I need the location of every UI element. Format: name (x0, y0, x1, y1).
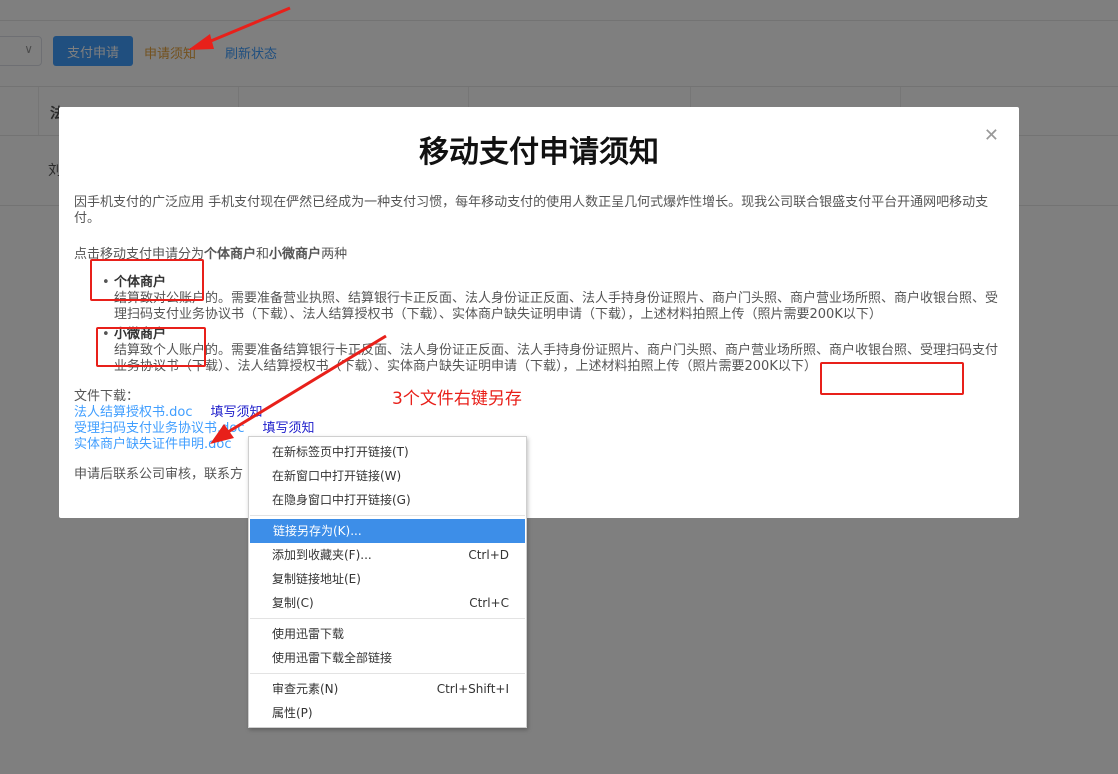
menu-item-label: 在新窗口中打开链接(W) (272, 469, 402, 483)
types-and: 和 (256, 247, 270, 262)
context-menu-item[interactable]: 在新窗口中打开链接(W) (249, 464, 526, 488)
footnote-text: 申请后联系公司审核，联系方 (74, 467, 244, 482)
menu-item-label: 复制(C) (272, 596, 314, 610)
context-menu-item[interactable]: 使用迅雷下载 (249, 622, 526, 646)
file-link-agreement[interactable]: 受理扫码支付业务协议书.doc (74, 421, 245, 436)
small-merchant-name: 小微商户 (114, 327, 167, 342)
menu-item-label: 属性(P) (272, 706, 313, 720)
intro-text: 因手机支付的广泛应用 手机支付现在俨然已经成为一种支付习惯，每年移动支付的使用人… (74, 195, 989, 226)
menu-item-label: 审查元素(N) (272, 682, 339, 696)
menu-item-label: 添加到收藏夹(F)... (272, 548, 372, 562)
context-menu-item[interactable]: 复制链接地址(E) (249, 567, 526, 591)
type-b-label: 小微商户 (269, 247, 322, 262)
annotation-box-small (96, 327, 206, 367)
context-menu-item[interactable]: 审查元素(N) Ctrl+Shift+I (249, 677, 526, 701)
types-suffix: 两种 (321, 247, 348, 262)
menu-separator (250, 673, 525, 674)
context-menu-item[interactable]: 复制(C) Ctrl+C (249, 591, 526, 615)
menu-item-label: 使用迅雷下载 (272, 627, 345, 641)
file-downloads: 文件下载： 法人结算授权书.doc 填写须知 受理扫码支付业务协议书.doc 填写须… (74, 389, 1004, 453)
menu-item-shortcut: Ctrl+Shift+I (436, 682, 509, 696)
context-menu-item[interactable]: 在隐身窗口中打开链接(G) (249, 488, 526, 512)
context-menu-item[interactable]: 添加到收藏夹(F)... Ctrl+D (249, 543, 526, 567)
modal-title: 移动支付申请须知 (419, 135, 659, 170)
modal-body: 因手机支付的广泛应用 手机支付现在俨然已经成为一种支付习惯，每年移动支付的使用人… (74, 195, 1004, 483)
notice-modal: 移动支付申请须知 ✕ 因手机支付的广泛应用 手机支付现在俨然已经成为一种支付习惯… (59, 107, 1019, 518)
menu-item-label: 在新标签页中打开链接(T) (272, 445, 409, 459)
menu-item-label: 在隐身窗口中打开链接(G) (272, 493, 411, 507)
menu-item-label: 复制链接地址(E) (272, 572, 361, 586)
type-a-label: 个体商户 (204, 247, 257, 262)
individual-merchant-item: • 个体商户 结算致对公账户的。需要准备营业执照、结算银行卡正反面、法人身份证正… (74, 275, 1004, 323)
menu-item-shortcut: Ctrl+C (469, 596, 509, 610)
menu-item-shortcut: Ctrl+D (468, 548, 509, 562)
annotation-box-size (820, 362, 964, 395)
fill-notice-link[interactable]: 填写须知 (211, 405, 263, 420)
annotation-text: 3个文件右键另存 (392, 389, 522, 409)
file-row: 实体商户缺失证件申明.doc (74, 437, 1004, 453)
close-icon[interactable]: ✕ (984, 125, 999, 146)
file-link-authorization[interactable]: 法人结算授权书.doc (74, 405, 193, 420)
merchant-types-line: 点击移动支付申请分为个体商户和小微商户两种 (74, 247, 1004, 263)
file-row: 受理扫码支付业务协议书.doc 填写须知 (74, 421, 1004, 437)
menu-separator (250, 515, 525, 516)
annotation-box-individual (90, 259, 204, 301)
context-menu-item[interactable]: 使用迅雷下载全部链接 (249, 646, 526, 670)
menu-item-label: 链接另存为(K)... (273, 524, 362, 538)
context-menu-item[interactable]: 属性(P) (249, 701, 526, 725)
context-menu-item[interactable]: 在新标签页中打开链接(T) (249, 440, 526, 464)
context-menu-item[interactable]: 链接另存为(K)... (250, 519, 525, 543)
fill-notice-link[interactable]: 填写须知 (263, 421, 315, 436)
individual-merchant-name: 个体商户 (114, 275, 167, 290)
individual-merchant-desc: 结算致对公账户的。需要准备营业执照、结算银行卡正反面、法人身份证正反面、法人手持… (114, 291, 999, 322)
file-row: 法人结算授权书.doc 填写须知 (74, 405, 1004, 421)
file-link-missing-cert[interactable]: 实体商户缺失证件申明.doc (74, 437, 232, 452)
menu-item-label: 使用迅雷下载全部链接 (272, 651, 393, 665)
menu-separator (250, 618, 525, 619)
context-menu: 在新标签页中打开链接(T) 在新窗口中打开链接(W) 在隐身窗口中打开链接(G) 链接… (248, 436, 527, 728)
